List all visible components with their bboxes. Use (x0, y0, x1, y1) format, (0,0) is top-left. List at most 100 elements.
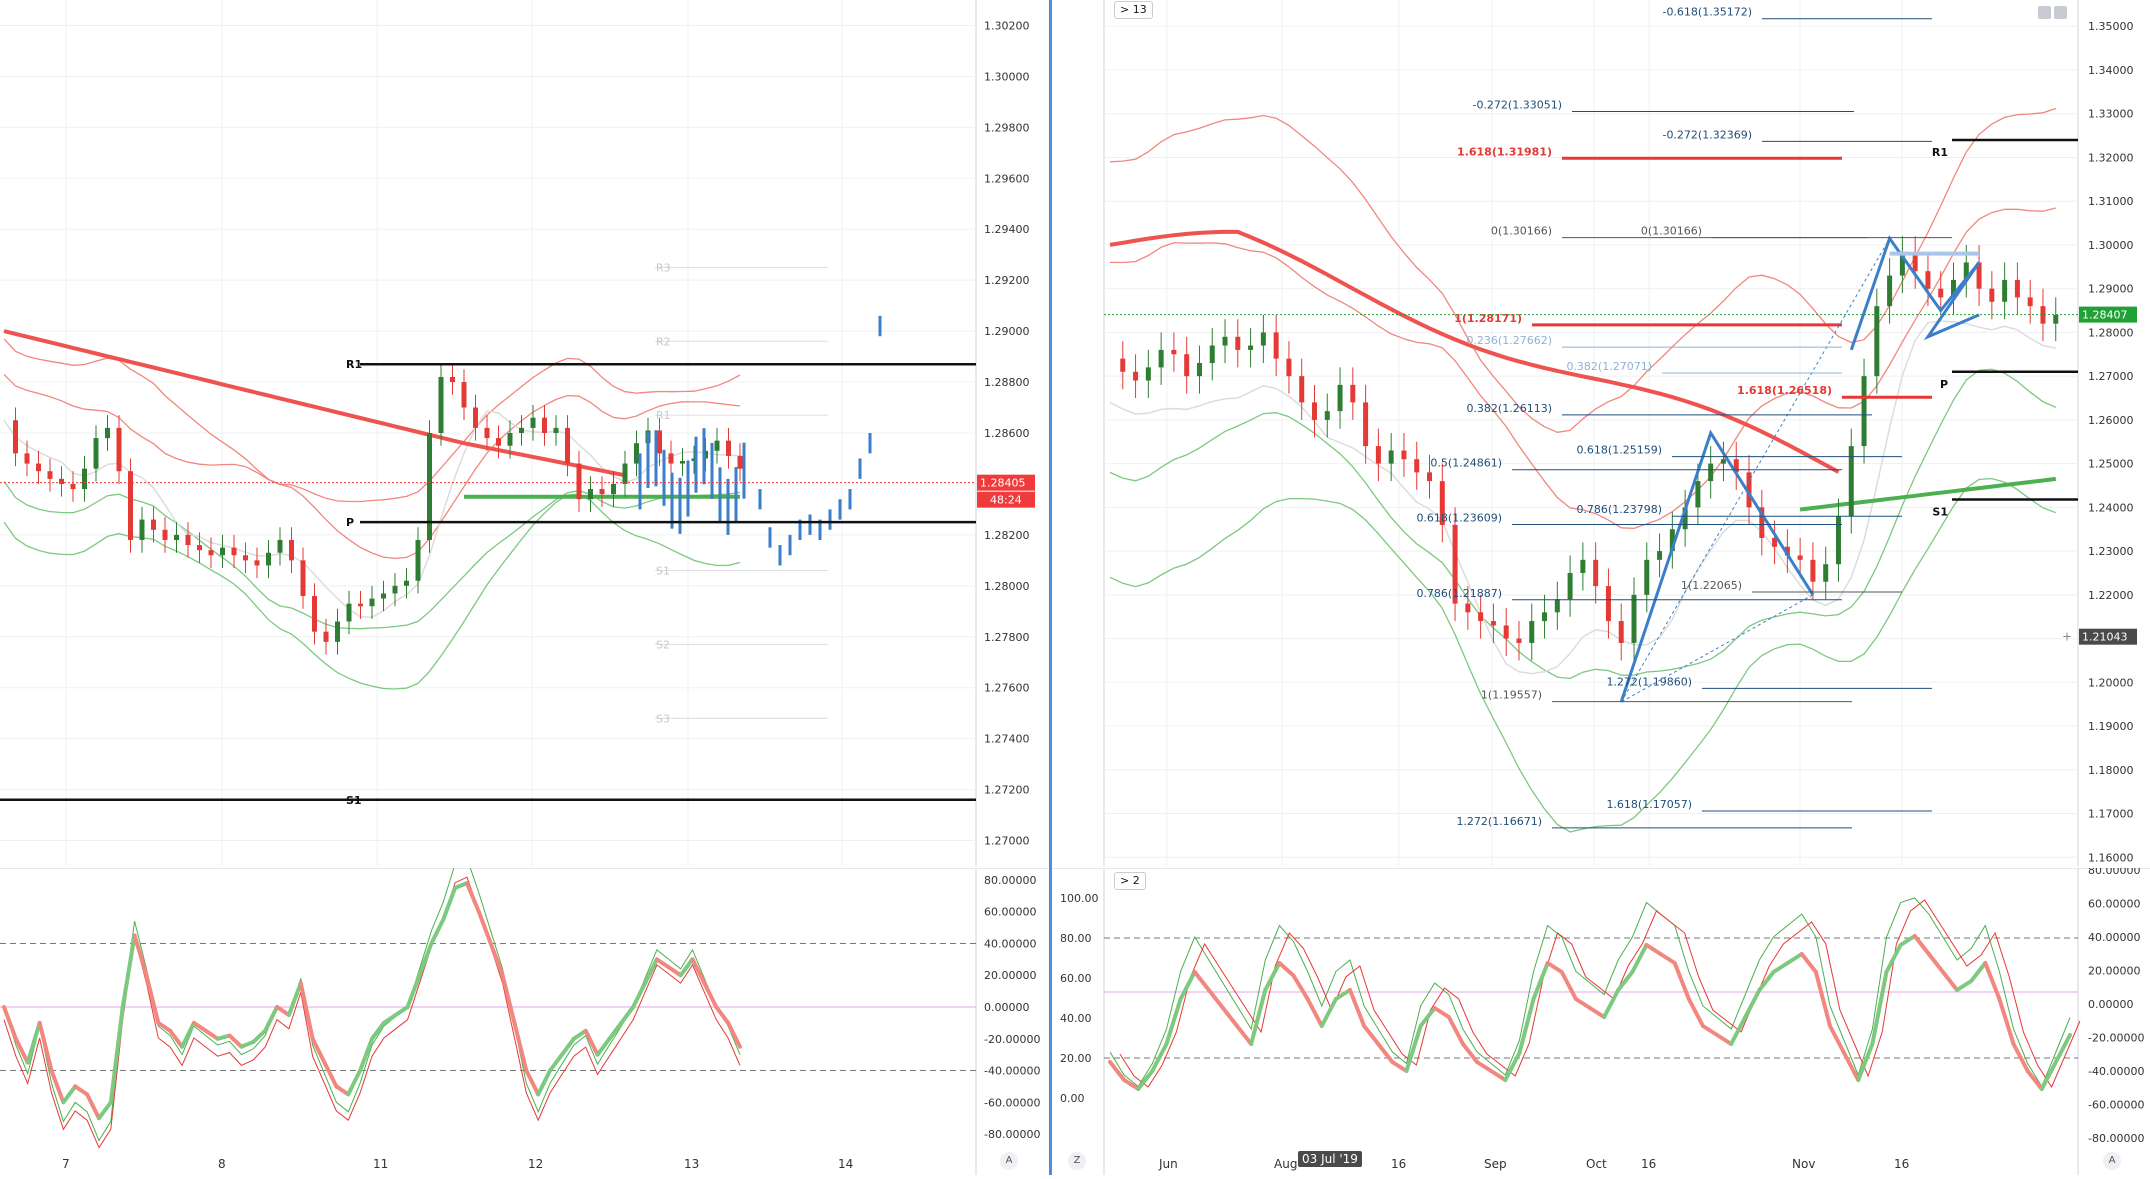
candle-body (1874, 306, 1880, 377)
left-oscillator-pane[interactable]: 80.00000 60.00000 40.00000 20.00000 0.00000 -… (0, 857, 1048, 1175)
right-oscillator-pane[interactable]: 100.00 80.00 60.00 40.00 20.00 0.00 80.00000 60… (1052, 864, 2150, 1175)
candle-body (381, 593, 386, 599)
faint-pivot-label: S1 (656, 565, 670, 578)
y-tick-label: 1.30000 (984, 70, 1030, 83)
y-tick-label: -80.00000 (984, 1128, 1040, 1141)
osc-main-segment (1235, 1024, 1254, 1046)
fib-label: 0.618(1.25159) (1576, 444, 1662, 457)
left-auto-scale-button[interactable]: A (1000, 1152, 1018, 1170)
y-tick-label-right: 80.00000 (2088, 868, 2141, 877)
osc-main-segment (156, 1020, 173, 1033)
candle-body (461, 382, 467, 408)
candle-body (427, 433, 432, 540)
candle-body (714, 440, 720, 451)
osc-main-segment (1644, 943, 1663, 956)
left-price-pane[interactable]: 1.30200 1.30000 1.29800 1.29600 1.29400 1.292… (0, 0, 1048, 866)
fib-label: 0.786(1.21887) (1416, 587, 1502, 600)
ma-red-long (1109, 229, 1840, 474)
y-tick-label: 1.28000 (2088, 326, 2134, 339)
left-price-chart[interactable]: 1.30200 1.30000 1.29800 1.29600 1.29400 1.292… (0, 0, 1048, 866)
osc-main-segment (559, 1036, 576, 1057)
x-tick-label: Nov (1792, 1157, 1815, 1171)
candle-body (1171, 349, 1177, 355)
osc-main-segment (1799, 952, 1818, 974)
osc-main-segment (1828, 1024, 1847, 1055)
candle-body (1657, 551, 1663, 560)
osc-main-segment (1573, 997, 1592, 1010)
candle-body (1145, 367, 1151, 381)
candle-body (668, 453, 674, 464)
y-tick-label-right: 60.00000 (2088, 898, 2141, 911)
bollinger-lower (1109, 368, 2057, 680)
fib-label: 0.618(1.23609) (1416, 511, 1502, 524)
right-price-pane[interactable]: 1.35000 1.34000 1.33000 1.32000 1.31000 1.300… (1052, 0, 2150, 866)
osc-main-segment (1700, 1024, 1720, 1037)
y-tick-label: 1.24000 (2088, 501, 2134, 514)
candle-body (1938, 288, 1944, 298)
osc-main-segment (73, 1084, 90, 1097)
y-tick-label: 0.00000 (984, 1001, 1030, 1014)
candle-body (335, 621, 340, 642)
y-tick-label: 1.32000 (2088, 151, 2134, 164)
y-tick-label: 1.27000 (2088, 370, 2134, 383)
osc-main-segment (1757, 970, 1776, 992)
bollinger-upper (3, 373, 741, 560)
osc-main-segment (524, 1068, 541, 1097)
candle-body (369, 598, 375, 607)
osc-main-segment (251, 1028, 268, 1044)
countdown-text: 48:24 (990, 494, 1022, 507)
fib-label: 1.618(1.26518) (1737, 384, 1832, 397)
osc-main-segment (1898, 934, 1917, 947)
fib-label: 0(1.30166) (1641, 225, 1702, 238)
y-tick-label: 20.00000 (984, 969, 1037, 982)
window-controls-icon[interactable] (2038, 6, 2068, 20)
osc-main-segment (1940, 970, 1960, 992)
candle-body (657, 430, 662, 454)
candle-body (59, 478, 64, 484)
y-tick-label: 1.27800 (984, 631, 1030, 644)
osc-main-segment (263, 1005, 280, 1033)
candle-body (737, 455, 743, 469)
candle-body (70, 483, 76, 490)
candle-body (197, 545, 202, 551)
left-oscillator-chart[interactable]: 80.00000 60.00000 40.00000 20.00000 0.00000 -… (0, 857, 1048, 1175)
osc-main-segment (132, 933, 149, 978)
candle-body (1324, 411, 1330, 420)
fib-label: 1.272(1.19860) (1606, 675, 1692, 688)
right-price-chart[interactable]: 1.35000 1.34000 1.33000 1.32000 1.31000 1.300… (1052, 0, 2150, 866)
candle-body (484, 427, 490, 439)
candle-body (2053, 314, 2059, 324)
osc-main-segment (1489, 1069, 1508, 1082)
right-auto-scale-button[interactable]: A (2103, 1152, 2121, 1170)
candle-body (1618, 621, 1624, 643)
candle-body (1516, 638, 1522, 643)
candle-body (1273, 332, 1279, 359)
y-tick-label-left: 80.00 (1060, 932, 1092, 945)
osc-main-segment (1460, 1042, 1480, 1064)
y-tick-label: 1.28800 (984, 376, 1030, 389)
fib-label: -0.272(1.32369) (1662, 128, 1752, 141)
collapse-indicators-bottom[interactable]: > 2 (1114, 872, 1146, 890)
osc-main-segment (1390, 1060, 1409, 1073)
right-zoom-button[interactable]: Z (1068, 1152, 1086, 1170)
osc-main-segment (1771, 961, 1790, 974)
candle-body (1427, 472, 1433, 482)
candle-body (565, 427, 570, 464)
osc-main-segment (96, 1100, 113, 1121)
osc-main-segment (227, 1033, 244, 1049)
candle-body (576, 463, 582, 500)
y-tick-label: 1.19000 (2088, 720, 2134, 733)
x-tick-label: 16 (1894, 1157, 1909, 1171)
candle-body (392, 585, 398, 594)
osc-main-segment (1672, 961, 1691, 1001)
right-oscillator-chart[interactable]: 100.00 80.00 60.00 40.00 20.00 0.00 80.00000 60… (1052, 864, 2150, 1175)
y-tick-label-right: -20.00000 (2088, 1032, 2144, 1045)
osc-main-segment (298, 981, 315, 1041)
candle-body (1401, 450, 1407, 460)
candle-body (1248, 345, 1254, 350)
collapse-indicators-top[interactable]: > 13 (1114, 1, 1153, 19)
osc-main-segment (631, 981, 648, 1009)
osc-main-segment (1856, 1042, 1875, 1082)
candle-body (404, 580, 409, 586)
candle-body (358, 603, 363, 607)
